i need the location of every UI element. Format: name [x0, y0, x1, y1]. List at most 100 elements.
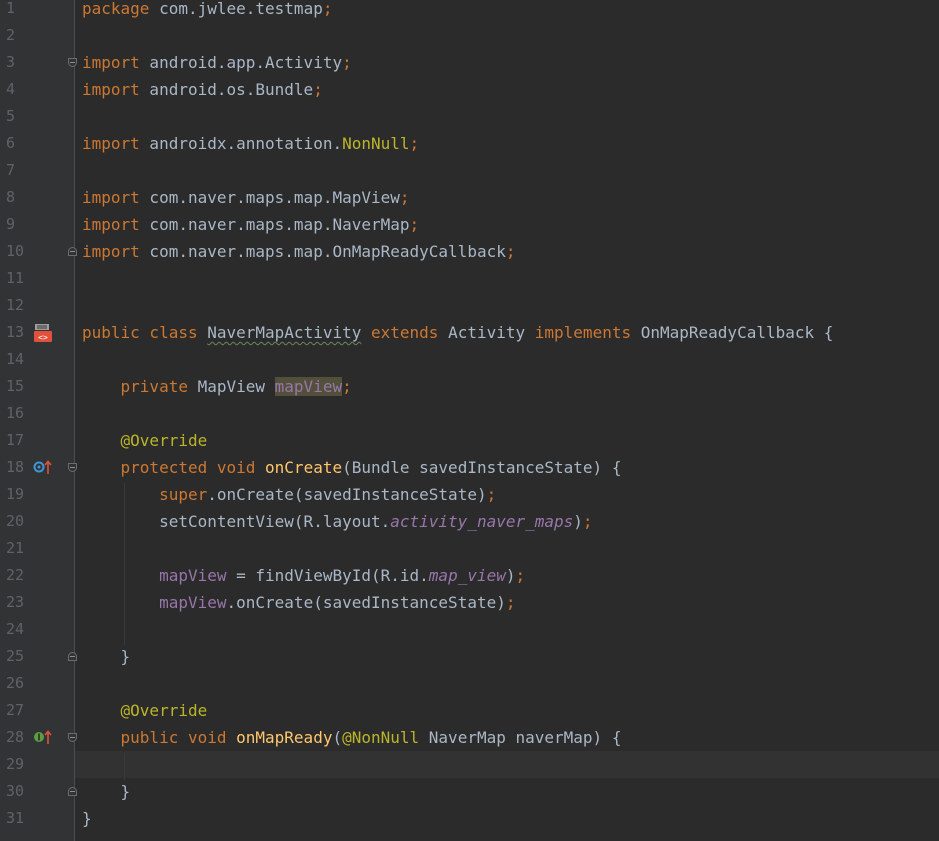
- android-activity-icon[interactable]: <>: [33, 323, 55, 343]
- editor-gutter[interactable]: 1 2 3 4 5 6 7 8 9 10 11 12 13 14 15 16 17 18 19 20 21 22 23 24 2…: [0, 0, 77, 841]
- code-line[interactable]: [75, 670, 939, 697]
- code-token: NaverMapActivity: [207, 323, 362, 342]
- code-line-text: mapView.onCreate(savedInstanceState);: [82, 589, 515, 616]
- code-line[interactable]: [75, 103, 939, 130]
- overrides-method-icon[interactable]: [33, 458, 55, 478]
- code-token: com.naver.maps.map.OnMapReadyCallback: [139, 242, 506, 261]
- code-line[interactable]: import android.app.Activity;: [75, 49, 939, 76]
- code-token: androidx.annotation.: [139, 134, 343, 153]
- code-line[interactable]: @Override: [75, 427, 939, 454]
- line-number: 20: [6, 512, 25, 530]
- code-token: ): [505, 566, 516, 585]
- code-token: package: [82, 0, 150, 18]
- code-line[interactable]: protected void onCreate(Bundle savedInst…: [75, 454, 939, 481]
- code-line[interactable]: private MapView mapView;: [75, 373, 939, 400]
- line-number: 2: [6, 26, 16, 44]
- code-line[interactable]: }: [75, 778, 939, 805]
- line-number: 15: [6, 377, 25, 395]
- code-token: public void: [120, 728, 237, 747]
- code-line[interactable]: [75, 535, 939, 562]
- code-line[interactable]: public void onMapReady(@NonNull NaverMap…: [75, 724, 939, 751]
- line-number: 3: [6, 53, 16, 71]
- code-line[interactable]: [75, 400, 939, 427]
- code-token: com.naver.maps.map.MapView: [139, 188, 400, 207]
- code-token: com.jwlee.testmap: [149, 0, 323, 18]
- code-token: activity_naver_maps: [390, 512, 574, 531]
- code-token: protected void: [120, 458, 266, 477]
- code-token: Activity: [448, 323, 535, 342]
- line-number: 25: [6, 647, 25, 665]
- code-token: ;: [313, 80, 323, 99]
- code-token: .onCreate(savedInstanceState): [226, 593, 506, 612]
- code-token: android.app.Activity: [139, 53, 343, 72]
- code-line[interactable]: import com.naver.maps.map.MapView;: [75, 184, 939, 211]
- code-token: private: [120, 377, 198, 396]
- code-token: (Bundle savedInstanceState) {: [342, 458, 622, 477]
- code-line[interactable]: mapView.onCreate(savedInstanceState);: [75, 589, 939, 616]
- code-token: setContentView(R.layout.: [82, 512, 391, 531]
- code-token: @Override: [120, 431, 208, 450]
- code-line[interactable]: @Override: [75, 697, 939, 724]
- line-number: 5: [6, 107, 16, 125]
- code-line[interactable]: [75, 346, 939, 373]
- code-token: super: [159, 485, 208, 504]
- code-line-text: package com.jwlee.testmap;: [82, 0, 332, 22]
- code-token: NaverMap naverMap) {: [419, 728, 622, 747]
- code-token: import: [82, 53, 140, 72]
- code-line-text: import com.naver.maps.map.MapView;: [82, 184, 410, 211]
- code-line-text: public void onMapReady(@NonNull NaverMap…: [82, 724, 622, 751]
- line-number: 13: [6, 323, 25, 341]
- code-token: mapView: [159, 566, 227, 585]
- code-line[interactable]: [75, 292, 939, 319]
- code-line-text: private MapView mapView;: [82, 373, 352, 400]
- code-line-text: super.onCreate(savedInstanceState);: [82, 481, 496, 508]
- code-token: import: [82, 80, 140, 99]
- code-line[interactable]: super.onCreate(savedInstanceState);: [75, 481, 939, 508]
- code-token: NonNull: [342, 134, 410, 153]
- code-line[interactable]: [75, 616, 939, 643]
- code-token: android.os.Bundle: [139, 80, 314, 99]
- code-line[interactable]: import androidx.annotation.NonNull;: [75, 130, 939, 157]
- code-area[interactable]: package com.jwlee.testmap; import android…: [75, 0, 939, 841]
- line-number: 31: [6, 809, 25, 827]
- code-token: ;: [342, 377, 352, 396]
- line-number: 22: [6, 566, 25, 584]
- line-number: 26: [6, 674, 25, 692]
- line-number: 8: [6, 188, 16, 206]
- code-editor[interactable]: 1 2 3 4 5 6 7 8 9 10 11 12 13 14 15 16 17 18 19 20 21 22 23 24 2…: [0, 0, 939, 841]
- code-line[interactable]: [75, 157, 939, 184]
- code-token: implements: [534, 323, 641, 342]
- code-line[interactable]: mapView = findViewById(R.id.map_view);: [75, 562, 939, 589]
- code-line[interactable]: setContentView(R.layout.activity_naver_m…: [75, 508, 939, 535]
- code-line[interactable]: import com.naver.maps.map.OnMapReadyCall…: [75, 238, 939, 265]
- code-line[interactable]: public class NaverMapActivity extends Ac…: [75, 319, 939, 346]
- code-line[interactable]: [75, 265, 939, 292]
- line-number: 19: [6, 485, 25, 503]
- line-number: 24: [6, 620, 25, 638]
- code-token: com.naver.maps.map.NaverMap: [139, 215, 410, 234]
- code-token: @Override: [120, 701, 208, 720]
- code-line[interactable]: [75, 22, 939, 49]
- code-line[interactable]: }: [75, 805, 939, 832]
- code-line[interactable]: }: [75, 643, 939, 670]
- code-line[interactable]: package com.jwlee.testmap;: [75, 0, 939, 22]
- code-line-text: }: [82, 643, 131, 670]
- code-token: MapView: [197, 377, 275, 396]
- code-token: onMapReady: [236, 728, 333, 747]
- code-line[interactable]: import com.naver.maps.map.NaverMap;: [75, 211, 939, 238]
- code-line[interactable]: import android.os.Bundle;: [75, 76, 939, 103]
- code-token: ): [573, 512, 583, 531]
- line-number: 11: [6, 269, 25, 287]
- implements-method-icon[interactable]: [33, 728, 55, 748]
- code-line-text: mapView = findViewById(R.id.map_view);: [82, 562, 525, 589]
- current-code-line[interactable]: [75, 751, 939, 778]
- code-token: mapView: [274, 377, 343, 396]
- code-token: extends: [371, 323, 449, 342]
- line-number: 28: [6, 728, 25, 746]
- code-line-text: @Override: [82, 697, 208, 724]
